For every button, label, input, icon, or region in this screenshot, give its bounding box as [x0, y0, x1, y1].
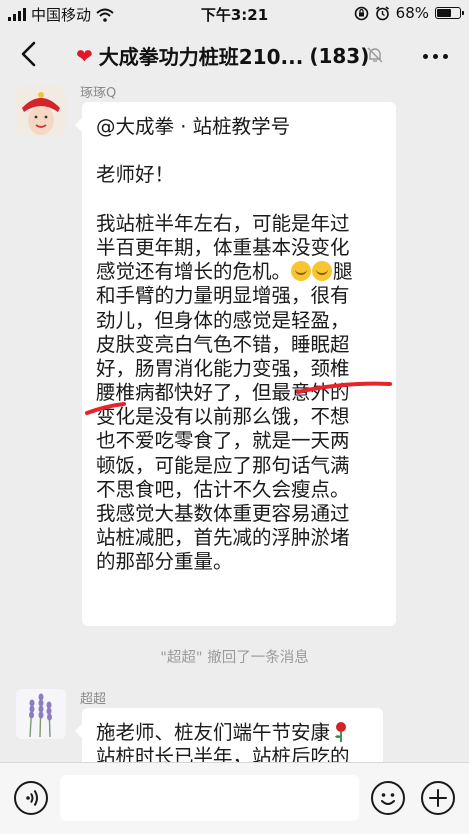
emoji-button[interactable] — [371, 781, 405, 815]
bell-slash-icon — [367, 47, 383, 63]
message-line: 的那部分重量。 — [96, 550, 233, 574]
status-bar: 中国移动 下午3:21 68% — [0, 0, 469, 26]
chat-header: ❤ 大成拳功力桩班210... (183) — [0, 26, 469, 84]
message-line: 也不爱吃零食了，就是一天两 — [96, 429, 350, 453]
message-line: 劲儿，但身体的感觉是轻盈， — [96, 308, 350, 332]
message-line: 站桩减肥，首先减的浮肿淤堵 — [96, 526, 350, 550]
message-line: 站桩时长已半年，站桩后吃的 — [96, 745, 350, 762]
rotation-lock-icon — [354, 6, 368, 20]
alarm-icon — [375, 5, 389, 20]
message-line: 和手臂的力量明显增强，很有 — [96, 284, 350, 308]
battery-percent: 68% — [395, 4, 429, 22]
message-bubble[interactable]: @大成拳 · 站桩教学号 老师好！ 我站桩半年左右，可能是年过 半百更年期，体重… — [75, 102, 396, 626]
input-bar — [0, 762, 469, 834]
battery-icon — [435, 7, 464, 19]
user-avatar-image — [16, 86, 66, 136]
back-button[interactable] — [14, 38, 46, 70]
message-line: 我感觉大基数体重更容易通过 — [96, 502, 350, 525]
message-line-with-emoji: 感觉还有增长的危机。腿 — [96, 260, 353, 284]
carrier-name: 中国移动 — [31, 6, 92, 24]
message-line-with-emoji: 施老师、桩友们端午节安康 — [96, 721, 369, 745]
recall-notice: "超超" 撤回了一条消息 — [160, 650, 309, 666]
message-line: 不思食吧，估计不久会瘦点。 — [96, 477, 350, 501]
smiley-icon — [381, 793, 395, 805]
sender-name: 琢琢Q — [80, 86, 117, 101]
group-name: 大成拳功力桩班210... — [98, 45, 304, 69]
message-list[interactable]: 琢琢Q @大成拳 · 站桩教学号 老师好！ 我站桩半年左右，可能是年过 半百更年… — [0, 84, 469, 762]
message-line: 顿饭，可能是应了那句话气满 — [96, 453, 350, 477]
cellular-signal-icon — [8, 8, 26, 21]
message-line: @大成拳 · 站桩教学号 — [96, 115, 291, 138]
message-input[interactable] — [60, 775, 359, 821]
message-line: 皮肤变亮白气色不错，睡眠超 — [96, 332, 350, 356]
lavender-avatar-image — [16, 689, 66, 739]
message-line: 我站桩半年左右，可能是年过 — [96, 211, 350, 235]
more-options-button[interactable] — [423, 46, 453, 66]
message-line: 半百更年期，体重基本没变化 — [96, 235, 350, 259]
crying-laugh-emoji-icon — [312, 261, 333, 282]
avatar[interactable] — [16, 86, 66, 136]
avatar[interactable] — [16, 689, 66, 739]
heart-icon: ❤ — [76, 43, 93, 68]
member-count: (183) — [309, 43, 370, 68]
voice-icon — [26, 789, 38, 807]
ellipsis-icon — [423, 53, 428, 59]
message-line: 变化是没有以前那么饿，不想 — [96, 405, 350, 429]
wifi-icon — [96, 8, 114, 22]
message-line: 好，肠胃消化能力变强，颈椎 — [96, 356, 350, 380]
sender-name: 超超 — [80, 692, 107, 707]
crying-laugh-emoji-icon — [291, 261, 312, 282]
voice-input-button[interactable] — [14, 781, 48, 815]
chat-title: ❤ 大成拳功力桩班210... (183) — [76, 41, 369, 70]
rose-icon — [335, 722, 347, 742]
more-functions-button[interactable] — [421, 781, 455, 815]
message-line: 老师好！ — [96, 163, 175, 187]
message-line: 腰椎病都快好了，但最意外的 — [96, 381, 350, 405]
plus-icon — [429, 789, 447, 807]
message-bubble[interactable]: 施老师、桩友们端午节安康 站桩时长已半年，站桩后吃的 — [75, 708, 383, 762]
